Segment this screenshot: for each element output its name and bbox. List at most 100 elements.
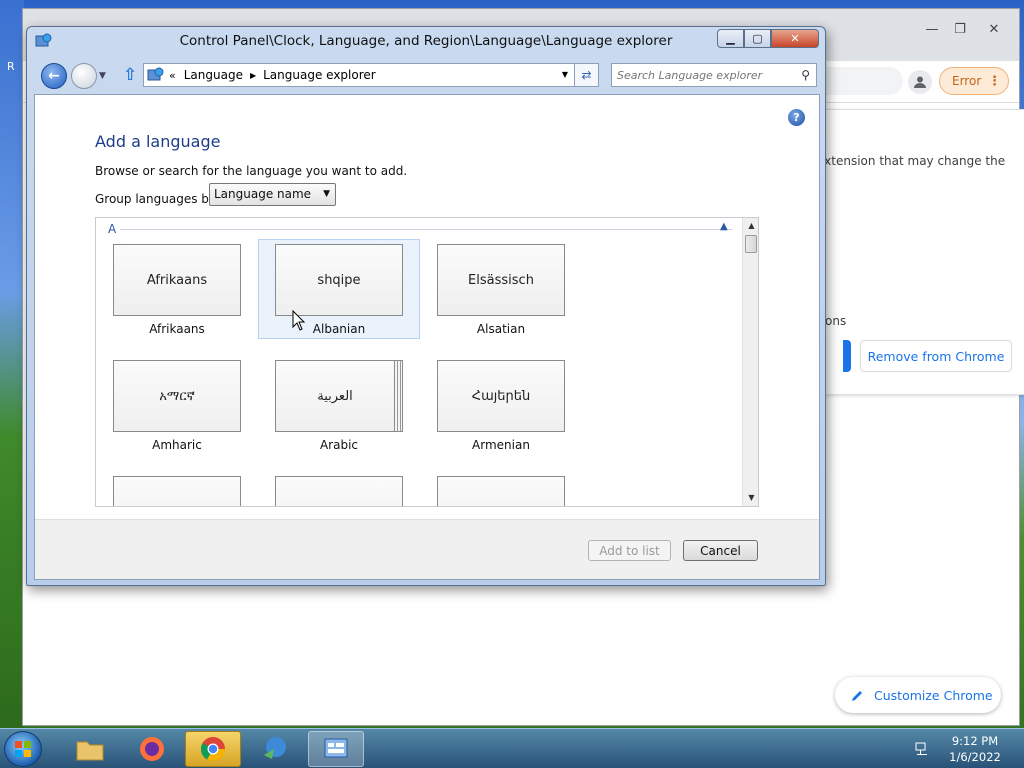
window-title: Control Panel\Clock, Language, and Regio…: [179, 33, 673, 49]
language-tile[interactable]: Afrikaans Afrikaans: [113, 244, 241, 344]
remove-from-chrome-button[interactable]: Remove from Chrome: [860, 340, 1012, 372]
globe-download-icon: [264, 737, 286, 759]
language-tile-hovered[interactable]: shqipe Albanian: [258, 239, 420, 339]
language-english-name: Arabic: [319, 438, 359, 452]
language-tile[interactable]: Elsässisch Alsatian: [437, 244, 565, 344]
language-tile[interactable]: አማርኛ Amharic: [113, 360, 241, 460]
customize-chrome-button[interactable]: Customize Chrome: [835, 677, 1001, 713]
refresh-button[interactable]: ⇄: [575, 63, 599, 87]
control-panel-icon: [147, 67, 164, 81]
language-tile-partial: [437, 476, 565, 506]
maximize-button[interactable]: ▢: [744, 29, 771, 48]
dialog-footer: Add to list Cancel: [35, 519, 819, 579]
group-header: A: [108, 222, 117, 236]
group-by-select[interactable]: Language name ▼: [209, 183, 336, 206]
language-native-name: Հայերեն: [437, 360, 565, 432]
content-area: ? Add a language Browse or search for th…: [34, 94, 820, 580]
start-button[interactable]: [4, 731, 42, 767]
language-native-name: አማርኛ: [113, 360, 241, 432]
search-box[interactable]: ⚲: [611, 63, 817, 87]
language-native-name: Elsässisch: [437, 244, 565, 316]
system-clock[interactable]: 9:12 PM 1/6/2022: [940, 733, 1010, 765]
multiple-variants-indicator: [395, 360, 403, 432]
minimize-button[interactable]: ▁: [717, 29, 744, 48]
search-input[interactable]: [612, 64, 782, 86]
address-dropdown-icon[interactable]: ▼: [562, 70, 568, 79]
profile-button[interactable]: [908, 70, 932, 94]
card-text-1: extension that may change the: [817, 154, 1006, 168]
close-button[interactable]: ✕: [771, 29, 819, 48]
desktop-background: R: [0, 0, 24, 730]
keep-button-edge[interactable]: [843, 340, 851, 372]
help-icon[interactable]: ?: [788, 109, 805, 126]
language-tile[interactable]: [113, 476, 241, 506]
chrome-close-button[interactable]: ✕: [981, 21, 1007, 39]
language-english-name: Afrikaans: [149, 322, 205, 336]
back-button[interactable]: ←: [41, 63, 67, 89]
error-button[interactable]: Error ⋮: [939, 67, 1009, 95]
control-panel-icon: [324, 738, 348, 758]
address-bar[interactable]: « Language ▶ Language explorer ▼: [143, 63, 575, 87]
up-arrow-icon[interactable]: ⇧: [123, 65, 137, 85]
error-label: Error: [952, 74, 982, 88]
arrow-left-icon: ←: [48, 68, 60, 84]
scroll-down-icon[interactable]: ▼: [743, 490, 758, 506]
language-tile-partial: [113, 476, 241, 506]
group-by-label: Group languages by:: [95, 192, 220, 206]
firefox-icon: [140, 737, 164, 761]
more-vert-icon: ⋮: [988, 74, 1001, 89]
refresh-icon: ⇄: [581, 68, 592, 82]
mouse-cursor-icon: [292, 310, 306, 331]
group-divider: [120, 229, 732, 230]
taskbar: 9:12 PM 1/6/2022: [0, 728, 1024, 768]
address-overflow-chevron[interactable]: «: [169, 69, 176, 82]
desktop-icon-label: R: [7, 60, 15, 73]
chrome-minimize-button[interactable]: —: [919, 21, 945, 39]
scroll-up-icon[interactable]: ▲: [743, 218, 758, 234]
language-tile[interactable]: العربية Arabic: [275, 360, 403, 460]
group-by-value: Language name: [214, 187, 312, 201]
taskbar-control-panel[interactable]: [308, 731, 364, 767]
chrome-restore-button[interactable]: ❐: [947, 21, 973, 39]
windows-logo-icon: [15, 741, 31, 757]
language-english-name: Alsatian: [476, 322, 526, 336]
language-native-name: العربية: [275, 360, 395, 432]
collapse-group-icon[interactable]: ▲: [720, 221, 728, 232]
customize-chrome-label: Customize Chrome: [874, 687, 993, 703]
window-controls: ▁ ▢ ✕: [717, 29, 819, 48]
taskbar-firefox[interactable]: [124, 731, 180, 767]
language-english-name: Armenian: [472, 438, 530, 452]
pencil-icon: [852, 690, 862, 701]
page-description: Browse or search for the language you wa…: [95, 164, 408, 178]
language-tile[interactable]: [437, 476, 565, 506]
clock-time: 9:12 PM: [951, 734, 999, 748]
chevron-down-icon: ▼: [323, 189, 330, 199]
breadcrumb-language[interactable]: Language: [184, 68, 243, 82]
language-explorer-window: Control Panel\Clock, Language, and Regio…: [26, 26, 826, 586]
language-list: A ▲ Afrikaans Afrikaans shqipe Albanian …: [95, 217, 759, 507]
taskbar-explorer[interactable]: [62, 731, 118, 767]
vertical-scrollbar[interactable]: ▲ ▼: [742, 218, 758, 506]
page-title: Add a language: [95, 132, 221, 151]
scroll-thumb[interactable]: [745, 235, 757, 253]
language-tile[interactable]: [275, 476, 403, 506]
breadcrumb-separator-icon[interactable]: ▶: [250, 71, 256, 80]
cancel-button[interactable]: Cancel: [683, 540, 758, 561]
recent-pages-dropdown[interactable]: ▼: [99, 71, 106, 81]
language-native-name: shqipe: [275, 244, 403, 316]
chrome-omnibox[interactable]: [813, 67, 903, 95]
add-to-list-button[interactable]: Add to list: [588, 540, 671, 561]
forward-button[interactable]: [71, 63, 97, 89]
search-icon[interactable]: ⚲: [801, 68, 810, 82]
network-icon[interactable]: [914, 741, 930, 757]
language-english-name: Amharic: [152, 438, 202, 452]
folder-icon: [76, 741, 104, 761]
language-tile-partial: [275, 476, 403, 506]
extension-card: extension that may change the tions Remo…: [813, 109, 1024, 395]
taskbar-download-manager[interactable]: [247, 731, 303, 767]
language-native-name: Afrikaans: [113, 244, 241, 316]
language-tile[interactable]: Հայերեն Armenian: [437, 360, 565, 460]
breadcrumb-language-explorer[interactable]: Language explorer: [263, 68, 376, 82]
taskbar-chrome[interactable]: [185, 731, 241, 767]
chrome-icon: [200, 737, 225, 762]
